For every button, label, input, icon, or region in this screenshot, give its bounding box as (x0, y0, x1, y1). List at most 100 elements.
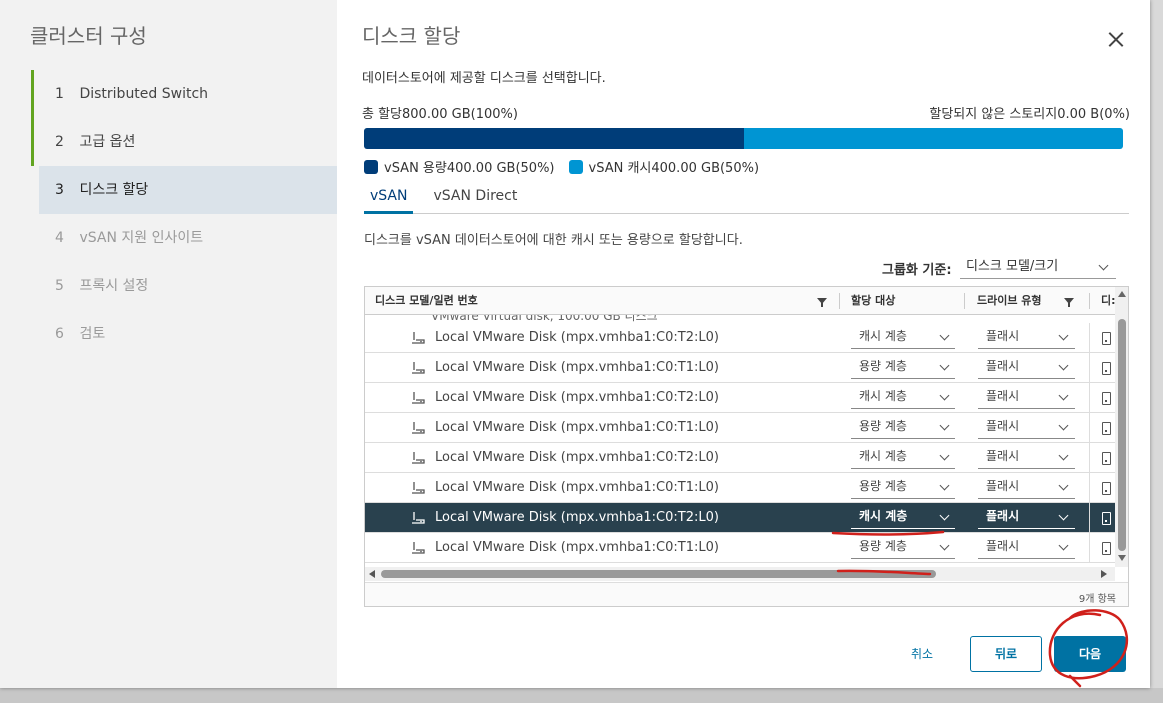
claim-tier-value: 용량 계층 (859, 539, 907, 553)
claim-tier-select[interactable]: 캐시 계층 (851, 327, 955, 349)
drive-type-select[interactable]: 플래시 (978, 417, 1075, 439)
column-separator (1089, 473, 1090, 503)
drive-type-select[interactable]: 플래시 (978, 387, 1075, 409)
step-proxy-settings: 5 프록시 설정 (31, 262, 337, 310)
filter-icon[interactable] (1064, 298, 1074, 307)
claim-tier-select[interactable]: 용량 계층 (851, 537, 955, 559)
claim-tier-value: 캐시 계층 (859, 509, 908, 523)
disk-name: Local VMware Disk (mpx.vmhba1:C0:T1:L0) (435, 540, 719, 555)
claim-tier-select[interactable]: 캐시 계층 (851, 447, 955, 469)
tab-vsan[interactable]: vSAN (364, 184, 414, 214)
header-claim-target[interactable]: 할당 대상 (841, 287, 895, 315)
cache-swatch (568, 159, 583, 174)
step-disk-allocation[interactable]: 3 디스크 할당 (39, 166, 337, 214)
scroll-thumb[interactable] (381, 570, 936, 578)
disk-name: Local VMware Disk (mpx.vmhba1:C0:T1:L0) (435, 360, 719, 375)
chevron-down-icon (939, 360, 950, 371)
column-separator (1089, 443, 1090, 473)
close-icon[interactable] (1104, 28, 1128, 52)
table-row[interactable]: Local VMware Disk (mpx.vmhba1:C0:T1:L0) 용… (365, 353, 1115, 383)
table-row[interactable]: Local VMware Disk (mpx.vmhba1:C0:T1:L0) 용… (365, 413, 1115, 443)
claim-tier-select[interactable]: 캐시 계층 (851, 387, 955, 409)
table-row[interactable]: Local VMware Disk (mpx.vmhba1:C0:T2:L0) 캐… (365, 443, 1115, 473)
column-separator (1089, 503, 1090, 533)
table-row[interactable]: Local VMware Disk (mpx.vmhba1:C0:T1:L0) 용… (365, 533, 1115, 563)
claim-tier-select[interactable]: 용량 계층 (851, 417, 955, 439)
legend-cache-label: vSAN 캐시400.00 GB(50%) (588, 161, 760, 176)
group-by-label: 그룹화 기준: (882, 263, 952, 278)
step-number: 3 (55, 182, 64, 198)
step-number: 4 (55, 230, 64, 246)
column-separator[interactable] (839, 293, 840, 309)
drive-type-value: 플래시 (986, 509, 1020, 523)
column-separator[interactable] (964, 293, 965, 309)
step-advanced-options[interactable]: 2 고급 옵션 (31, 118, 337, 166)
grid-rows: Local VMware Disk (mpx.vmhba1:C0:T2:L0) 캐… (365, 323, 1115, 563)
claim-tier-value: 캐시 계층 (859, 329, 907, 343)
scroll-down-icon[interactable] (1118, 555, 1126, 561)
back-button[interactable]: 뒤로 (970, 636, 1042, 672)
device-icon (1102, 512, 1111, 525)
chevron-down-icon (1058, 390, 1069, 401)
header-device[interactable]: 디: (1091, 287, 1116, 315)
drive-type-value: 플래시 (986, 389, 1020, 403)
device-icon (1102, 362, 1111, 375)
drive-type-select[interactable]: 플래시 (978, 357, 1075, 379)
step-distributed-switch[interactable]: 1 Distributed Switch (31, 70, 337, 118)
header-drive-type[interactable]: 드라이브 유형 (967, 287, 1042, 315)
legend-cache: vSAN 캐시400.00 GB(50%) (568, 157, 760, 176)
disk-icon (412, 482, 425, 494)
capacity-swatch (364, 159, 378, 174)
table-row[interactable]: Local VMware Disk (mpx.vmhba1:C0:T2:L0) 캐… (365, 383, 1115, 413)
chevron-down-icon (1058, 540, 1069, 551)
claim-tier-value: 용량 계층 (859, 419, 907, 433)
disk-icon (412, 542, 425, 554)
disk-icon (412, 332, 425, 344)
claim-tier-select[interactable]: 캐시 계층 (851, 507, 955, 529)
scroll-thumb[interactable] (1118, 319, 1126, 551)
wizard-sidebar: 클러스터 구성 1 Distributed Switch 2 고급 옵션 3 디… (0, 0, 337, 688)
claim-tier-select[interactable]: 용량 계층 (851, 357, 955, 379)
chevron-down-icon (1058, 360, 1069, 371)
header-disk-model[interactable]: 디스크 모델/일련 번호 (365, 287, 478, 315)
drive-type-value: 플래시 (986, 419, 1020, 433)
drive-type-select[interactable]: 플래시 (978, 507, 1075, 529)
claim-tier-value: 용량 계층 (859, 359, 907, 373)
next-button[interactable]: 다음 (1054, 636, 1126, 672)
drive-type-select[interactable]: 플래시 (978, 477, 1075, 499)
step-number: 2 (55, 134, 64, 150)
table-row[interactable]: Local VMware Disk (mpx.vmhba1:C0:T1:L0) 용… (365, 473, 1115, 503)
horizontal-scrollbar[interactable] (365, 567, 1115, 581)
cache-segment (743, 128, 1123, 149)
drive-type-select[interactable]: 플래시 (978, 537, 1075, 559)
main-panel: 디스크 할당 데이터스토어에 제공할 디스크를 선택합니다. 총 할당800.0… (362, 0, 1142, 688)
background-window-strip-bottom (0, 688, 1163, 703)
step-number: 6 (55, 326, 64, 342)
drive-type-select[interactable]: 플래시 (978, 447, 1075, 469)
total-allocation: 총 할당800.00 GB(100%) (362, 107, 518, 122)
group-by-value: 디스크 모델/크기 (966, 259, 1059, 274)
scroll-up-icon[interactable] (1118, 291, 1126, 297)
column-separator (1089, 323, 1090, 353)
chevron-down-icon (939, 480, 950, 491)
disk-icon (412, 512, 425, 524)
chevron-down-icon (939, 510, 950, 521)
cancel-button[interactable]: 취소 (900, 637, 944, 671)
tab-vsan-direct[interactable]: vSAN Direct (427, 184, 523, 214)
claim-tier-select[interactable]: 용량 계층 (851, 477, 955, 499)
scroll-right-icon[interactable] (1101, 570, 1107, 578)
column-separator[interactable] (1089, 293, 1090, 309)
chevron-down-icon (939, 330, 950, 341)
table-row[interactable]: Local VMware Disk (mpx.vmhba1:C0:T2:L0) 캐… (365, 323, 1115, 353)
scroll-left-icon[interactable] (369, 570, 375, 578)
drive-type-select[interactable]: 플래시 (978, 327, 1075, 349)
device-icon (1102, 482, 1111, 495)
filter-icon[interactable] (817, 298, 827, 307)
disk-icon (412, 392, 425, 404)
chevron-down-icon (1058, 330, 1069, 341)
tab-bar: vSAN vSAN Direct (364, 184, 1129, 214)
unallocated-storage: 할당되지 않은 스토리지0.00 B(0%) (929, 107, 1130, 122)
vertical-scrollbar[interactable] (1115, 287, 1128, 567)
group-by-select[interactable]: 디스크 모델/크기 (960, 257, 1116, 279)
table-row[interactable]: Local VMware Disk (mpx.vmhba1:C0:T2:L0) 캐… (365, 503, 1115, 533)
